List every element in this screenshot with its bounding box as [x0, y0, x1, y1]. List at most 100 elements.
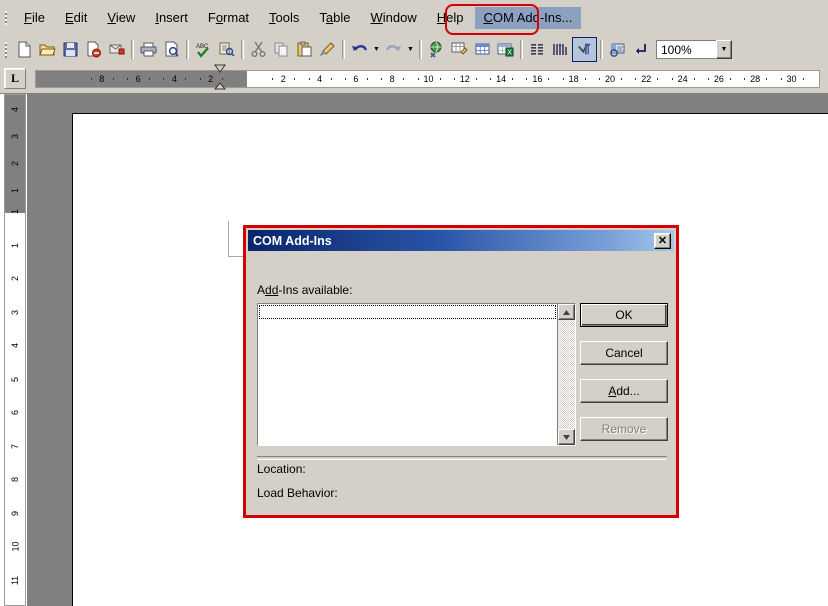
vertical-ruler-tick-label: 8: [10, 476, 21, 483]
tab-stop-selector[interactable]: L: [4, 68, 26, 89]
menu-item-help[interactable]: Help: [428, 7, 473, 29]
menu-bar: File Edit View Insert Format Tools Table…: [0, 0, 828, 36]
open-folder-icon[interactable]: [36, 38, 59, 61]
menu-item-com-add-ins[interactable]: COM Add-Ins...: [474, 6, 582, 29]
ruler-tick-label: 12: [459, 73, 470, 84]
add-button[interactable]: Add...: [580, 379, 668, 403]
ruler-tick-label: 4: [317, 73, 323, 84]
vertical-ruler[interactable]: 4 3 2 1 1 1 2 3 4 5 6 7 8 9 10 11: [4, 94, 26, 606]
ruler-tick-mark: [584, 77, 586, 80]
menu-item-tools[interactable]: Tools: [260, 7, 308, 29]
vertical-ruler-tick-label: 4: [10, 106, 21, 113]
first-line-indent-marker[interactable]: [214, 64, 226, 73]
spelling-grammar-icon[interactable]: ABC: [192, 38, 215, 61]
scroll-down-arrow-icon[interactable]: [558, 429, 575, 445]
ruler-tick-mark: [657, 77, 659, 80]
add-ins-listbox[interactable]: [257, 303, 576, 446]
ruler-tick-label: 24: [677, 73, 688, 84]
menu-bar-drag-handle[interactable]: [2, 7, 11, 29]
insert-excel-spreadsheet-icon[interactable]: X: [494, 38, 517, 61]
toolbar-drag-handle[interactable]: [2, 39, 11, 61]
toolbar-separator: [186, 40, 189, 59]
ruler-tick-mark: [272, 77, 274, 80]
print-preview-icon[interactable]: [160, 38, 183, 61]
listbox-scrollbar[interactable]: [557, 304, 575, 445]
vertical-ruler-tick-label: 11: [10, 575, 21, 585]
ruler-tick-mark: [475, 77, 477, 80]
menu-item-insert[interactable]: Insert: [146, 7, 197, 29]
tables-and-borders-icon[interactable]: [448, 38, 471, 61]
ruler-tick-mark: [693, 77, 695, 80]
insert-hyperlink-icon[interactable]: [425, 38, 448, 61]
ruler-tick-mark: [185, 77, 187, 80]
vertical-ruler-tick-label: 7: [10, 443, 21, 449]
insert-table-icon[interactable]: [471, 38, 494, 61]
close-icon[interactable]: ✕: [654, 232, 671, 249]
undo-icon[interactable]: [348, 38, 371, 61]
toolbar-separator: [520, 40, 523, 59]
scrollbar-track[interactable]: [558, 320, 575, 429]
menu-item-table[interactable]: Table: [310, 7, 359, 29]
horizontal-ruler[interactable]: 8 6 4 2 2 4 6 8 10 12 14 16 18 20 22 24 26 28 30: [35, 69, 820, 88]
ruler-tick-label: 10: [423, 73, 434, 84]
cancel-button[interactable]: Cancel: [580, 341, 668, 365]
zoom-dropdown-arrow-icon[interactable]: ▼: [716, 40, 732, 59]
zoom-combo-value[interactable]: 100%: [656, 40, 716, 59]
show-formatting-marks-icon[interactable]: [629, 38, 652, 61]
ruler-tick-label: 8: [99, 73, 105, 84]
menu-item-edit[interactable]: Edit: [56, 7, 96, 29]
print-icon[interactable]: [137, 38, 160, 61]
menu-item-format[interactable]: Format: [199, 7, 258, 29]
hanging-indent-marker[interactable]: [214, 82, 226, 92]
format-painter-icon[interactable]: [316, 38, 339, 61]
scroll-up-arrow-icon[interactable]: [558, 304, 575, 320]
ruler-tick-label: 6: [135, 73, 141, 84]
vertical-ruler-tick-label: 4: [10, 342, 21, 349]
remove-button[interactable]: Remove: [580, 417, 668, 441]
dialog-title: COM Add-Ins: [253, 233, 332, 248]
add-ins-list-area[interactable]: [258, 304, 557, 445]
ruler-tick-mark: [294, 77, 296, 80]
new-document-icon[interactable]: [13, 38, 36, 61]
ruler-tick-mark: [149, 77, 151, 80]
paste-icon[interactable]: [293, 38, 316, 61]
vertical-ruler-tick-label: 2: [10, 275, 21, 282]
undo-dropdown-arrow-icon[interactable]: ▼: [371, 38, 382, 61]
cut-icon[interactable]: [247, 38, 270, 61]
copy-icon[interactable]: [270, 38, 293, 61]
document-map-icon[interactable]: [606, 38, 629, 61]
ruler-tick-mark: [308, 77, 310, 80]
dialog-divider: [257, 456, 667, 460]
vertical-ruler-tick-label: 1: [10, 208, 21, 215]
redo-dropdown-arrow-icon[interactable]: ▼: [405, 38, 416, 61]
com-add-ins-dialog[interactable]: COM Add-Ins ✕ Add-Ins available: OK Canc…: [246, 228, 676, 515]
columns-icon[interactable]: [526, 38, 549, 61]
mail-recipient-icon[interactable]: [105, 38, 128, 61]
toolbar-separator: [131, 40, 134, 59]
ruler-tick-mark: [344, 77, 346, 80]
save-icon[interactable]: [59, 38, 82, 61]
redo-icon[interactable]: [382, 38, 405, 61]
show-hide-formatting-icon[interactable]: [572, 37, 597, 62]
ruler-tick-mark: [381, 77, 383, 80]
ruler-tick-mark: [671, 77, 673, 80]
drawing-icon[interactable]: [549, 38, 572, 61]
menu-item-file[interactable]: File: [15, 7, 54, 29]
ruler-tick-mark: [562, 77, 564, 80]
ruler-tick-mark: [163, 77, 165, 80]
ruler-tick-mark: [439, 77, 441, 80]
menu-item-window[interactable]: Window: [362, 7, 426, 29]
menu-item-view[interactable]: View: [98, 7, 144, 29]
ok-button[interactable]: OK: [580, 303, 668, 327]
ruler-tick-label: 30: [786, 73, 797, 84]
horizontal-ruler-bar: L 8 6 4 2 2 4 6 8 10 12 14 16 18 20 22 24 26 28 30: [0, 64, 828, 94]
toolbar-separator: [419, 40, 422, 59]
ruler-tick-mark: [199, 77, 201, 80]
dialog-title-bar[interactable]: COM Add-Ins ✕: [248, 230, 674, 251]
permission-icon[interactable]: [82, 38, 105, 61]
ruler-tick-mark: [512, 77, 514, 80]
standard-toolbar: ABC ▼ ▼ X 100% ▼: [0, 35, 828, 65]
vertical-ruler-tick-label: 10: [10, 541, 21, 552]
list-focus-row[interactable]: [259, 305, 556, 319]
research-icon[interactable]: [215, 38, 238, 61]
